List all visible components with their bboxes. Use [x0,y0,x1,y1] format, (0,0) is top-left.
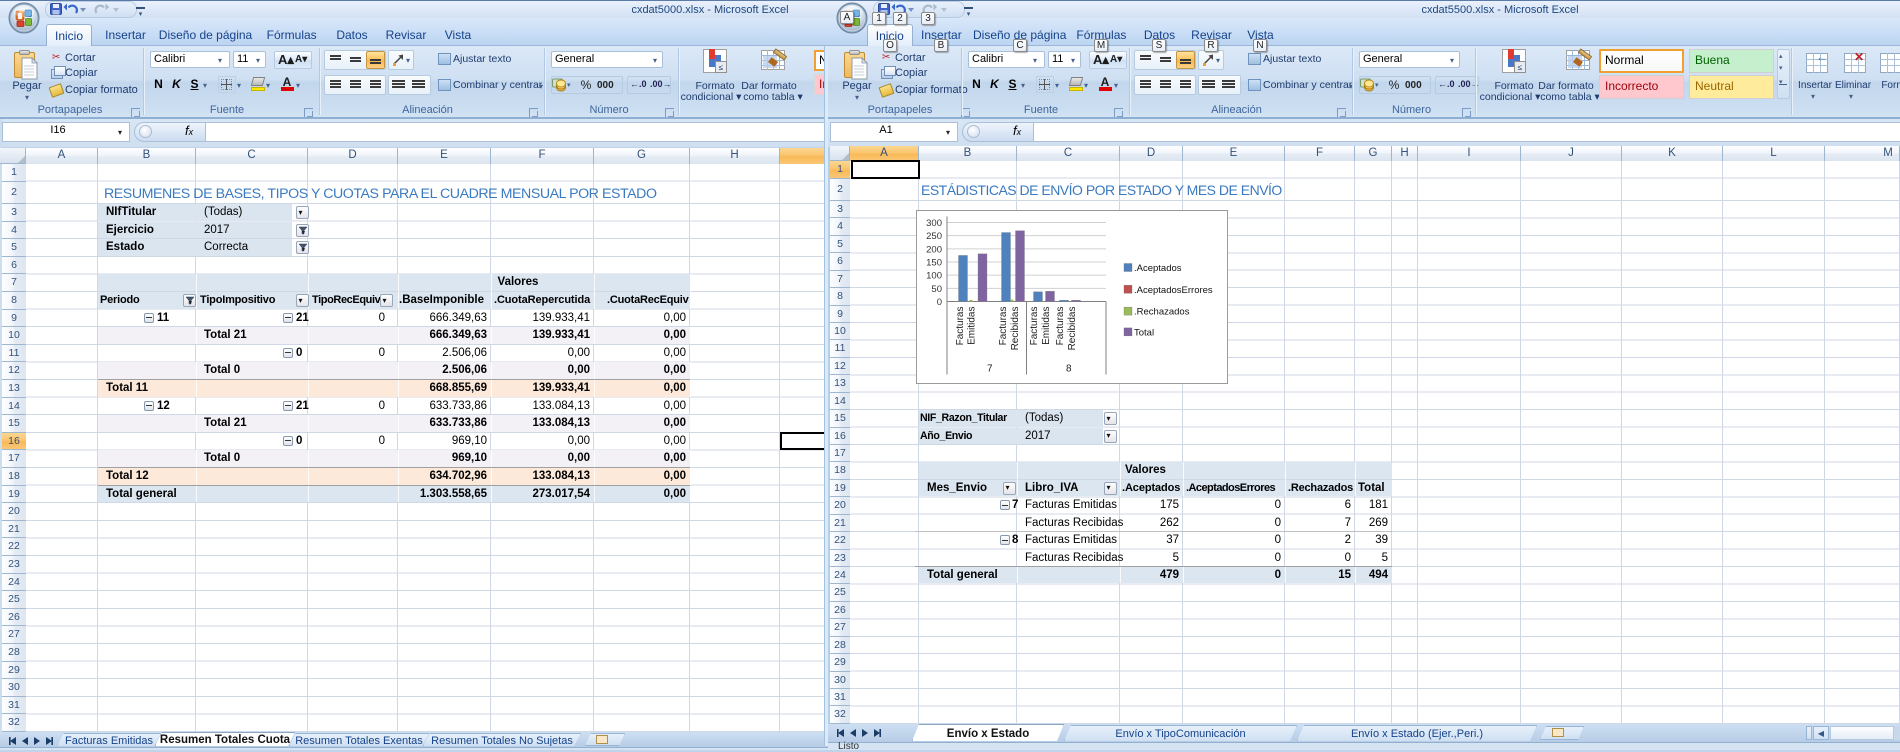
svg-text:0: 0 [937,297,942,308]
svg-text:300: 300 [926,218,942,229]
svg-text:.AceptadosErrores: .AceptadosErrores [1134,285,1213,296]
svg-text:7: 7 [987,364,993,375]
svg-text:Recibidas: Recibidas [1010,307,1021,351]
svg-text:100: 100 [926,271,942,282]
svg-text:Facturas: Facturas [1029,307,1040,346]
svg-text:200: 200 [926,244,942,255]
svg-text:250: 250 [926,231,942,242]
svg-text:Facturas: Facturas [1055,307,1066,346]
svg-text:Total: Total [1134,327,1154,338]
svg-text:.Rechazados: .Rechazados [1134,307,1190,318]
svg-text:Facturas: Facturas [998,307,1009,346]
svg-text:8: 8 [1066,364,1072,375]
svg-text:150: 150 [926,258,942,269]
svg-text:Emitidas: Emitidas [1041,307,1052,345]
svg-text:50: 50 [931,284,942,295]
svg-text:Emitidas: Emitidas [967,307,978,345]
svg-text:Recibidas: Recibidas [1067,307,1078,351]
svg-text:.Aceptados: .Aceptados [1134,263,1182,274]
svg-text:Facturas: Facturas [955,307,966,346]
